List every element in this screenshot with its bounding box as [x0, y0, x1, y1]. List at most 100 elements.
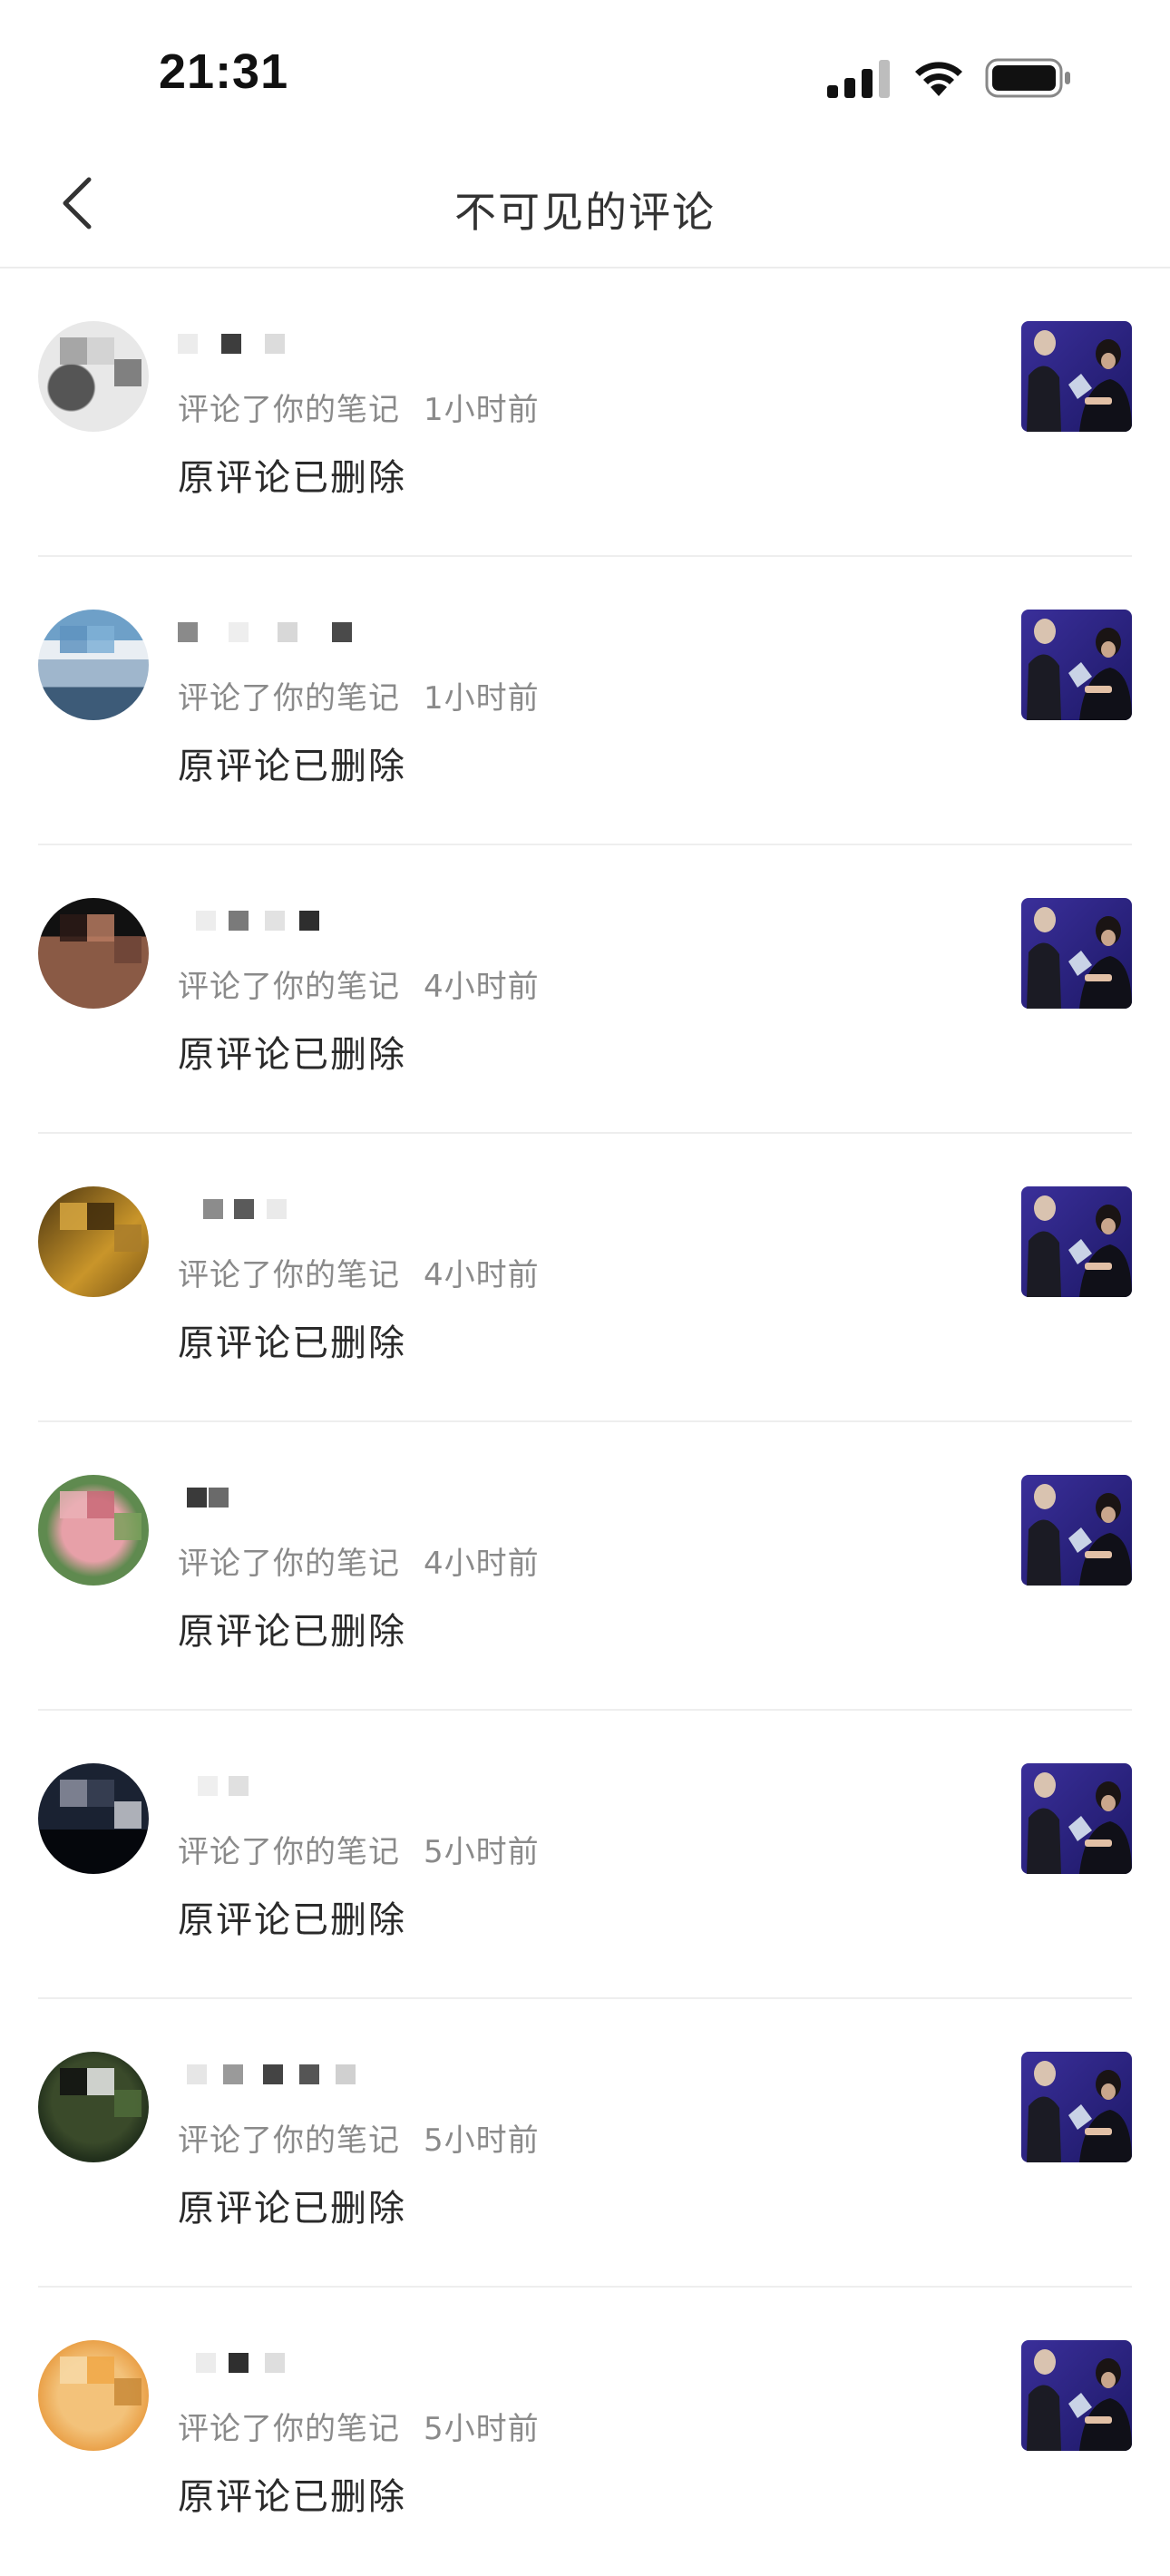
- comment-list: 评论了你的笔记 1小时前 原评论已删除 评论了你的笔记 1小时前 原评论已删除 评论…: [0, 268, 1170, 2576]
- username-redacted: [178, 2064, 414, 2101]
- avatar-mosaic-tile: [87, 626, 114, 653]
- list-item[interactable]: 评论了你的笔记 4小时前 原评论已删除: [0, 1134, 1170, 1422]
- note-thumbnail[interactable]: [1021, 610, 1132, 720]
- username-mosaic-block: [263, 2064, 283, 2084]
- avatar-mosaic-tile: [114, 2090, 141, 2117]
- username-mosaic-block: [187, 1488, 207, 1508]
- avatar[interactable]: [38, 1763, 149, 1874]
- navigation-bar: 不可见的评论: [0, 145, 1170, 268]
- comment-meta: 评论了你的笔记 4小时前: [178, 1250, 540, 1294]
- comment-action: 评论了你的笔记: [178, 392, 400, 428]
- avatar-mosaic-tile: [60, 1203, 87, 1230]
- note-thumbnail-image: [1021, 1475, 1132, 1586]
- list-item[interactable]: 评论了你的笔记 4小时前 原评论已删除: [0, 845, 1170, 1134]
- avatar[interactable]: [38, 321, 149, 432]
- note-thumbnail[interactable]: [1021, 2340, 1132, 2451]
- note-thumbnail[interactable]: [1021, 1475, 1132, 1586]
- avatar[interactable]: [38, 610, 149, 720]
- avatar-mosaic-tile: [87, 337, 114, 365]
- note-thumbnail-image: [1021, 1186, 1132, 1297]
- username-mosaic-block: [265, 334, 285, 354]
- note-thumbnail-image: [1021, 2052, 1132, 2162]
- comment-content: 原评论已删除: [178, 457, 406, 499]
- comment-action: 评论了你的笔记: [178, 680, 400, 717]
- note-thumbnail[interactable]: [1021, 1763, 1132, 1874]
- avatar-mosaic-tile: [87, 2068, 114, 2095]
- comment-meta: 评论了你的笔记 5小时前: [178, 1827, 540, 1871]
- username-mosaic-block: [267, 1199, 287, 1219]
- avatar-mosaic-tile: [60, 1780, 87, 1807]
- username-redacted: [178, 1488, 414, 1524]
- note-thumbnail-image: [1021, 610, 1132, 720]
- list-item[interactable]: 评论了你的笔记 1小时前 原评论已删除: [0, 268, 1170, 557]
- avatar[interactable]: [38, 2052, 149, 2162]
- username-redacted: [178, 2353, 414, 2389]
- comment-content: 原评论已删除: [178, 746, 406, 787]
- username-mosaic-block: [265, 2353, 285, 2373]
- avatar-mosaic-tile: [114, 936, 141, 963]
- comment-meta: 评论了你的笔记 4小时前: [178, 961, 540, 1006]
- avatar-mosaic-tile: [60, 2356, 87, 2384]
- comment-action: 评论了你的笔记: [178, 1546, 400, 1582]
- avatar-mosaic-tile: [87, 914, 114, 942]
- comment-content: 原评论已删除: [178, 1034, 406, 1076]
- username-mosaic-block: [229, 911, 249, 931]
- battery-icon: [985, 58, 1070, 98]
- cellular-signal-icon: [827, 60, 890, 98]
- note-thumbnail[interactable]: [1021, 321, 1132, 432]
- username-mosaic-block: [196, 2353, 216, 2373]
- comment-meta: 评论了你的笔记 5小时前: [178, 2115, 540, 2160]
- page-title: 不可见的评论: [454, 188, 716, 237]
- comment-action: 评论了你的笔记: [178, 1834, 400, 1870]
- comment-meta: 评论了你的笔记 5小时前: [178, 2404, 540, 2448]
- avatar-mosaic-tile: [87, 1491, 114, 1518]
- comment-action: 评论了你的笔记: [178, 2411, 400, 2447]
- list-item[interactable]: 评论了你的笔记 5小时前 原评论已删除: [0, 1999, 1170, 2288]
- comment-meta: 评论了你的笔记 1小时前: [178, 385, 540, 429]
- username-mosaic-block: [336, 2064, 356, 2084]
- username-redacted: [178, 334, 414, 370]
- avatar[interactable]: [38, 898, 149, 1009]
- username-mosaic-block: [299, 2064, 319, 2084]
- comment-content: 原评论已删除: [178, 2188, 406, 2230]
- avatar-mosaic-tile: [60, 626, 87, 653]
- comment-content: 原评论已删除: [178, 1611, 406, 1653]
- avatar-mosaic-tile: [114, 1225, 141, 1252]
- username-mosaic-block: [187, 2064, 207, 2084]
- username-mosaic-block: [223, 2064, 243, 2084]
- comment-time: 4小时前: [424, 969, 540, 1005]
- username-mosaic-block: [229, 2353, 249, 2373]
- list-item[interactable]: 评论了你的笔记 5小时前 原评论已删除: [0, 2288, 1170, 2576]
- avatar-mosaic-tile: [87, 1203, 114, 1230]
- avatar[interactable]: [38, 2340, 149, 2451]
- avatar[interactable]: [38, 1475, 149, 1586]
- note-thumbnail[interactable]: [1021, 1186, 1132, 1297]
- avatar-mosaic-tile: [60, 2068, 87, 2095]
- note-thumbnail[interactable]: [1021, 898, 1132, 1009]
- wifi-icon: [915, 62, 962, 96]
- status-bar: 21:31: [0, 0, 1170, 145]
- comment-time: 5小时前: [424, 2122, 540, 2159]
- status-time: 21:31: [159, 44, 289, 99]
- comment-meta: 评论了你的笔记 4小时前: [178, 1538, 540, 1583]
- list-item[interactable]: 评论了你的笔记 1小时前 原评论已删除: [0, 557, 1170, 845]
- avatar[interactable]: [38, 1186, 149, 1297]
- username-mosaic-block: [265, 911, 285, 931]
- username-mosaic-block: [196, 911, 216, 931]
- avatar-mosaic-tile: [60, 1491, 87, 1518]
- list-item[interactable]: 评论了你的笔记 4小时前 原评论已删除: [0, 1422, 1170, 1711]
- note-thumbnail-image: [1021, 1763, 1132, 1874]
- comment-time: 5小时前: [424, 1834, 540, 1870]
- username-mosaic-block: [203, 1199, 223, 1219]
- username-redacted: [178, 622, 414, 659]
- list-item[interactable]: 评论了你的笔记 5小时前 原评论已删除: [0, 1711, 1170, 1999]
- note-thumbnail[interactable]: [1021, 2052, 1132, 2162]
- avatar-mosaic-tile: [87, 2356, 114, 2384]
- comment-time: 1小时前: [424, 680, 540, 717]
- comment-content: 原评论已删除: [178, 2476, 406, 2518]
- avatar-mosaic-tile: [60, 337, 87, 365]
- username-redacted: [178, 1776, 414, 1812]
- username-mosaic-block: [278, 622, 297, 642]
- comment-action: 评论了你的笔记: [178, 969, 400, 1005]
- avatar-mosaic-tile: [114, 1513, 141, 1540]
